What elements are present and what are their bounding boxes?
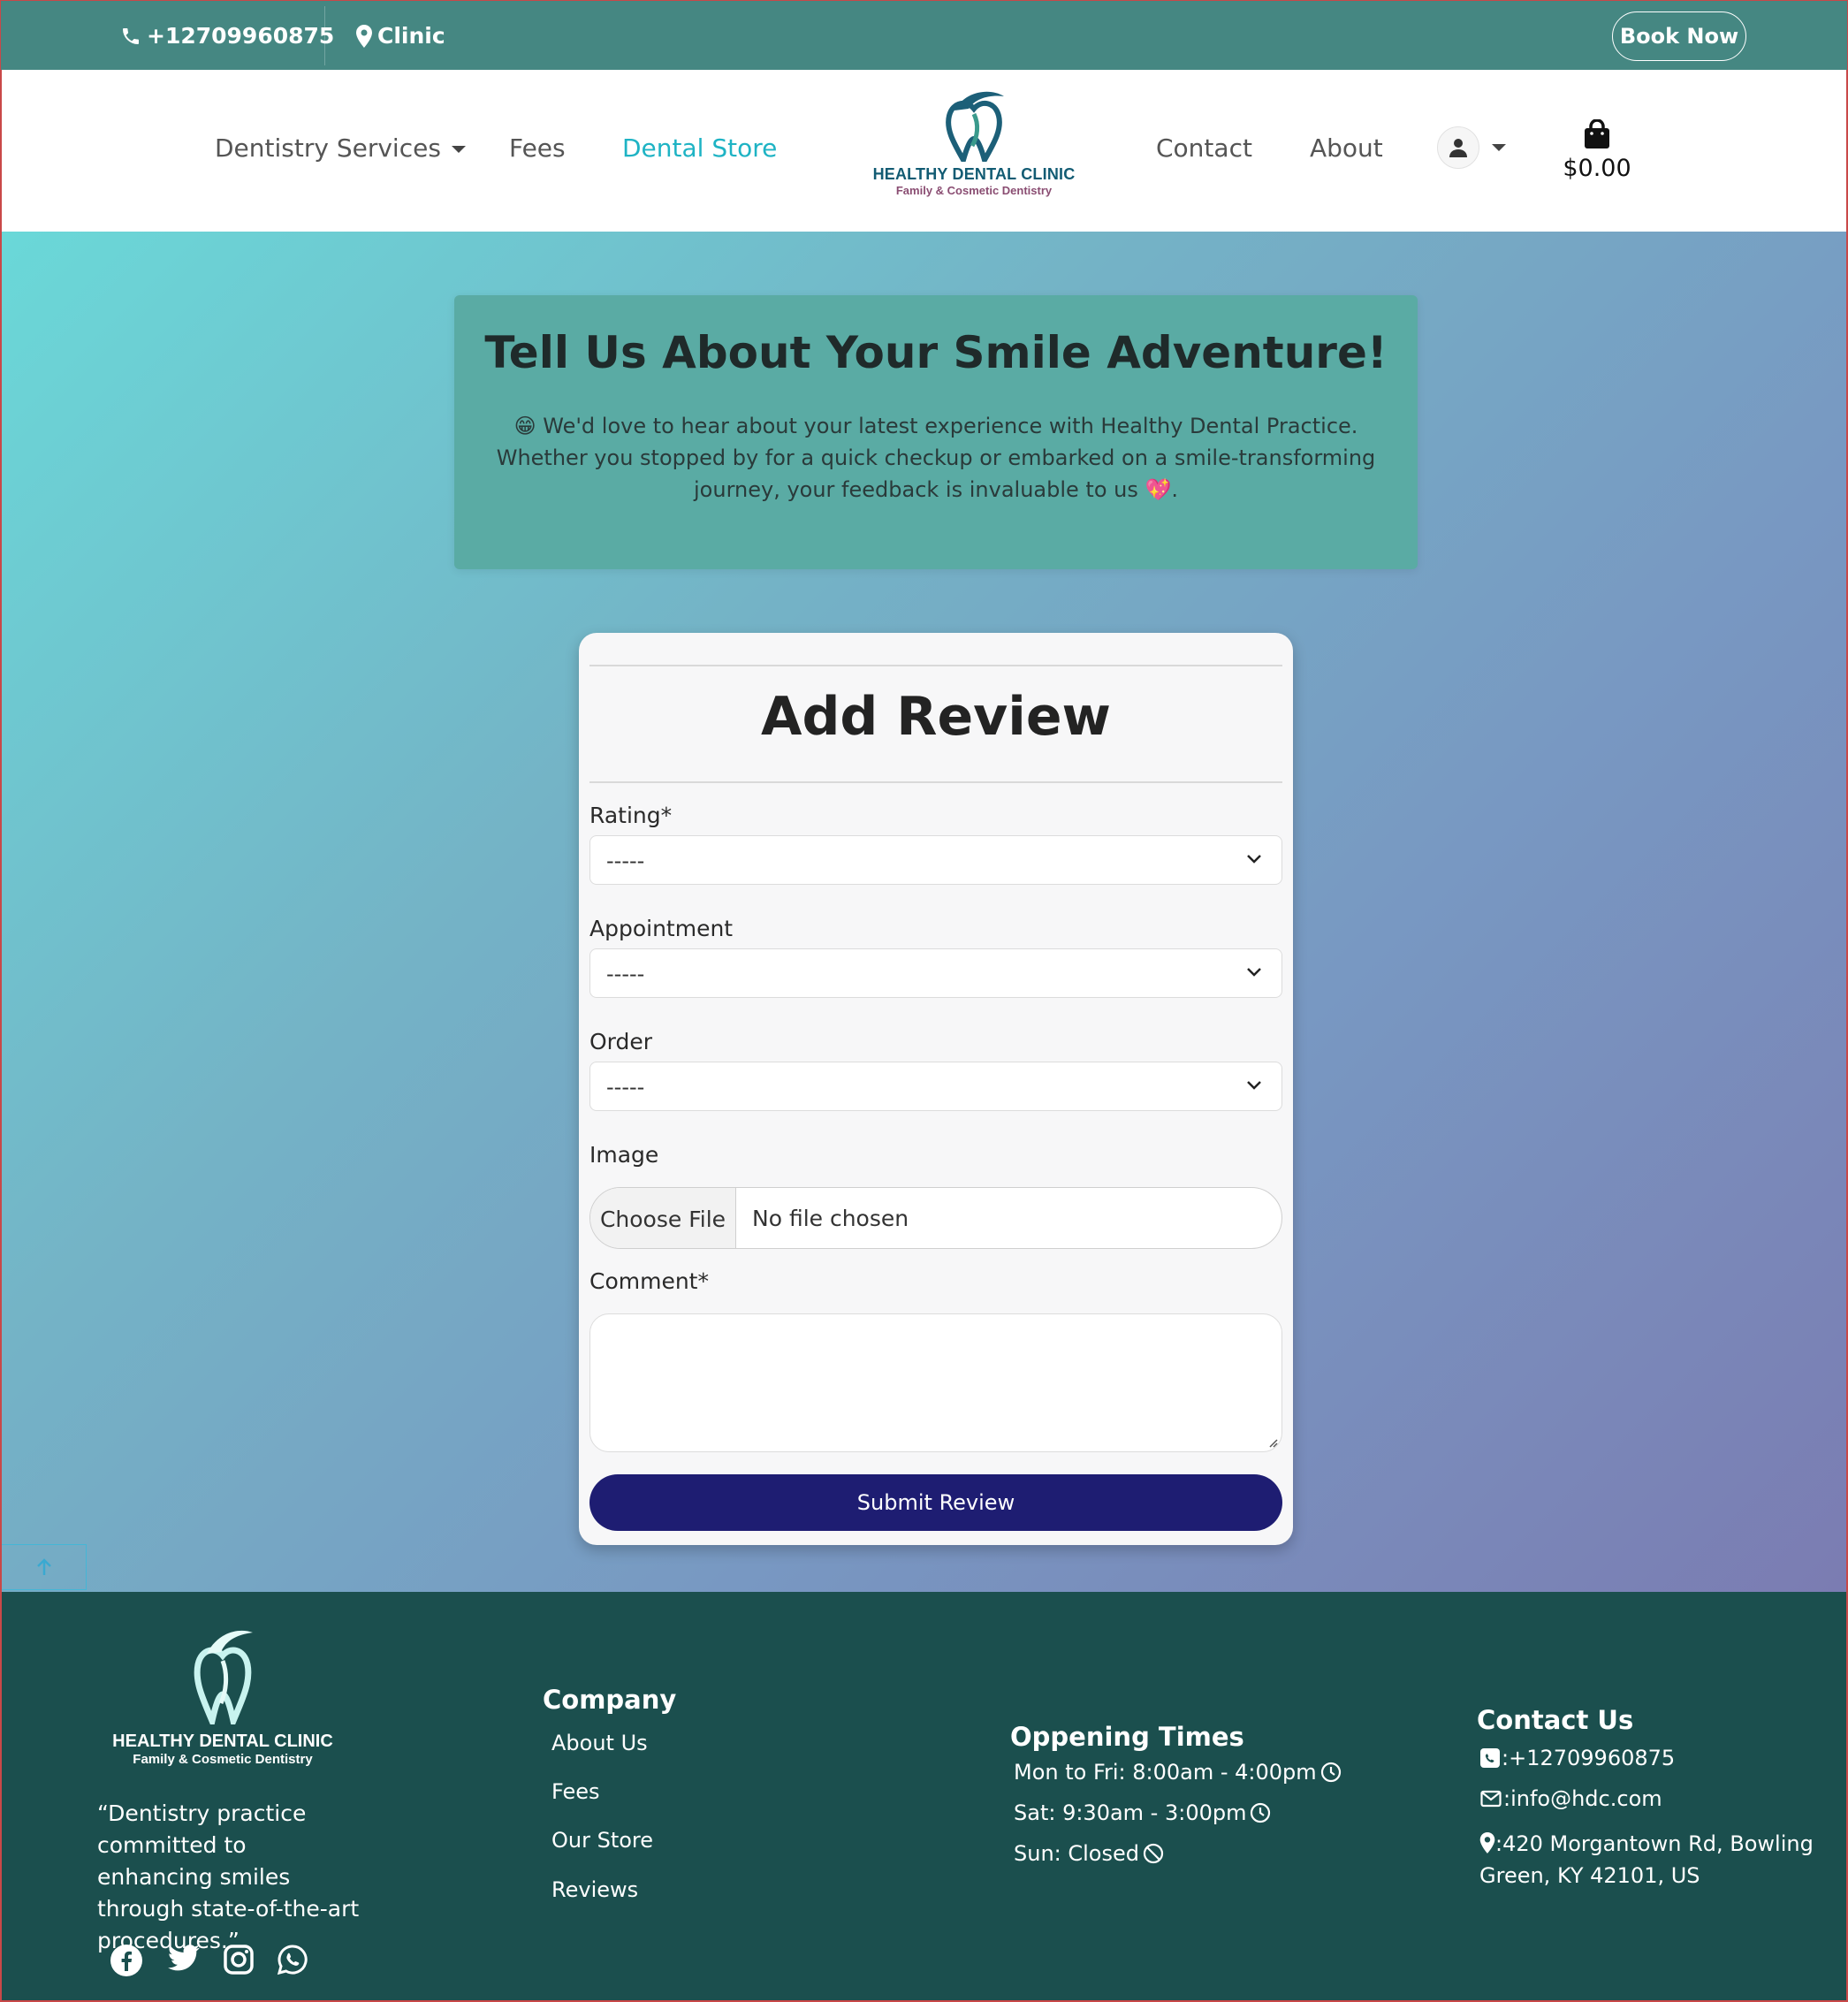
order-select[interactable]: ----- xyxy=(589,1062,1282,1111)
nav-about[interactable]: About xyxy=(1310,133,1383,163)
comment-textarea[interactable] xyxy=(589,1313,1282,1452)
twitter-link[interactable] xyxy=(167,1944,201,1977)
intro-text: 😁 We'd love to hear about your latest ex… xyxy=(496,414,1376,502)
order-select-value: ----- xyxy=(606,1075,645,1100)
footer-phone[interactable]: :+12709960875 xyxy=(1480,1746,1675,1770)
footer-email[interactable]: :info@hdc.com xyxy=(1480,1786,1662,1811)
footer-address-text: :420 Morgantown Rd, Bowling Green, KY 42… xyxy=(1479,1831,1814,1888)
logo-tagline: Family & Cosmetic Dentistry xyxy=(895,184,1053,197)
facebook-link[interactable] xyxy=(110,1944,143,1981)
footer-quote: “Dentistry practice committed to enhanci… xyxy=(97,1800,360,1953)
whatsapp-link[interactable] xyxy=(277,1944,308,1979)
site-footer: HEALTHY DENTAL CLINIC Family & Cosmetic … xyxy=(0,1592,1848,2002)
review-form-card: Add Review Rating* ----- Appointment ---… xyxy=(579,633,1293,1545)
footer-link-fees[interactable]: Fees xyxy=(551,1779,600,1804)
image-file-input[interactable]: Choose File No file chosen xyxy=(589,1187,1282,1249)
rating-select[interactable]: ----- xyxy=(589,835,1282,885)
contact-heading: Contact Us xyxy=(1477,1705,1634,1735)
cart-total: $0.00 xyxy=(1563,155,1631,182)
nav-dentistry-services[interactable]: Dentistry Services xyxy=(215,133,466,163)
chevron-down-icon xyxy=(1247,1081,1261,1090)
footer-phone-text: :+12709960875 xyxy=(1502,1746,1676,1770)
map-marker-icon xyxy=(1479,1832,1495,1854)
facebook-icon xyxy=(110,1945,142,1976)
review-section: Tell Us About Your Smile Adventure! 😁 We… xyxy=(0,232,1848,1592)
twitter-icon xyxy=(168,1945,200,1971)
tooth-logo-icon xyxy=(194,1630,253,1732)
topbar-divider xyxy=(324,6,325,65)
map-marker-icon xyxy=(356,24,372,48)
ban-icon xyxy=(1143,1843,1164,1864)
footer-logo-name: HEALTHY DENTAL CLINIC xyxy=(112,1732,333,1751)
appointment-select[interactable]: ----- xyxy=(589,948,1282,998)
hours-sunday: Sun: Closed xyxy=(1014,1841,1164,1866)
choose-file-button[interactable]: Choose File xyxy=(590,1188,736,1248)
footer-link-about-us[interactable]: About Us xyxy=(551,1731,648,1755)
phone-icon xyxy=(123,27,139,44)
appointment-select-value: ----- xyxy=(606,962,645,986)
topbar-phone[interactable]: +12709960875 xyxy=(120,1,334,71)
comment-label: Comment* xyxy=(589,1268,709,1294)
nav-fees[interactable]: Fees xyxy=(509,133,566,163)
intro-title: Tell Us About Your Smile Adventure! xyxy=(484,327,1388,378)
footer-logo[interactable]: HEALTHY DENTAL CLINIC Family & Cosmetic … xyxy=(108,1627,338,1767)
image-label: Image xyxy=(589,1142,659,1168)
caret-down-icon xyxy=(1492,144,1506,151)
nav-dental-store[interactable]: Dental Store xyxy=(622,133,777,163)
top-bar: +12709960875 Clinic Book Now xyxy=(0,0,1848,70)
footer-link-reviews[interactable]: Reviews xyxy=(551,1877,638,1902)
whatsapp-icon xyxy=(277,1945,308,1975)
hours-heading: Oppening Times xyxy=(1010,1722,1244,1752)
rating-label: Rating* xyxy=(589,803,673,828)
topbar-location-text: Clinic xyxy=(377,23,445,49)
divider xyxy=(589,781,1282,783)
nav-contact[interactable]: Contact xyxy=(1156,133,1252,163)
back-to-top-button[interactable] xyxy=(2,1544,87,1590)
resize-handle-icon[interactable] xyxy=(1267,1437,1278,1448)
phone-square-icon xyxy=(1480,1748,1500,1768)
book-now-button[interactable]: Book Now xyxy=(1612,11,1746,61)
file-status: No file chosen xyxy=(752,1206,909,1231)
cart-button[interactable]: $0.00 xyxy=(1557,118,1637,182)
main-navbar: Dentistry Services Fees Dental Store HEA… xyxy=(0,70,1848,232)
caret-down-icon xyxy=(451,146,466,153)
topbar-location[interactable]: Clinic xyxy=(356,1,445,71)
tooth-logo-icon xyxy=(946,91,1004,167)
footer-address: :420 Morgantown Rd, Bowling Green, KY 42… xyxy=(1479,1828,1815,1892)
logo-name: HEALTHY DENTAL CLINIC xyxy=(872,165,1076,183)
form-title: Add Review xyxy=(761,686,1111,748)
intro-box: Tell Us About Your Smile Adventure! 😁 We… xyxy=(454,295,1418,569)
submit-review-button[interactable]: Submit Review xyxy=(589,1474,1282,1531)
arrow-up-icon xyxy=(36,1558,51,1575)
instagram-icon xyxy=(224,1945,254,1975)
envelope-icon xyxy=(1480,1790,1502,1808)
site-logo[interactable]: HEALTHY DENTAL CLINIC Family & Cosmetic … xyxy=(872,89,1076,197)
topbar-phone-text: +12709960875 xyxy=(147,23,335,49)
hours-saturday-text: Sat: 9:30am - 3:00pm xyxy=(1014,1800,1247,1825)
clock-icon xyxy=(1251,1802,1271,1823)
user-avatar xyxy=(1437,126,1479,169)
chevron-down-icon xyxy=(1247,968,1261,977)
chevron-down-icon xyxy=(1247,855,1261,864)
divider xyxy=(589,665,1282,666)
user-menu[interactable] xyxy=(1437,126,1506,169)
company-heading: Company xyxy=(543,1685,677,1715)
hours-saturday: Sat: 9:30am - 3:00pm xyxy=(1014,1800,1271,1825)
hours-weekdays-text: Mon to Fri: 8:00am - 4:00pm xyxy=(1014,1760,1317,1785)
clock-icon xyxy=(1320,1762,1341,1783)
nav-dentistry-services-label: Dentistry Services xyxy=(215,133,441,163)
shopping-bag-icon xyxy=(1585,118,1609,148)
order-label: Order xyxy=(589,1029,653,1054)
footer-link-our-store[interactable]: Our Store xyxy=(551,1828,653,1853)
footer-logo-tagline: Family & Cosmetic Dentistry xyxy=(133,1752,313,1767)
user-icon xyxy=(1449,139,1467,157)
footer-email-text: :info@hdc.com xyxy=(1503,1786,1662,1811)
hours-sunday-text: Sun: Closed xyxy=(1014,1841,1139,1866)
appointment-label: Appointment xyxy=(589,916,734,941)
hours-weekdays: Mon to Fri: 8:00am - 4:00pm xyxy=(1014,1760,1342,1785)
rating-select-value: ----- xyxy=(606,849,645,873)
instagram-link[interactable] xyxy=(223,1944,255,1979)
